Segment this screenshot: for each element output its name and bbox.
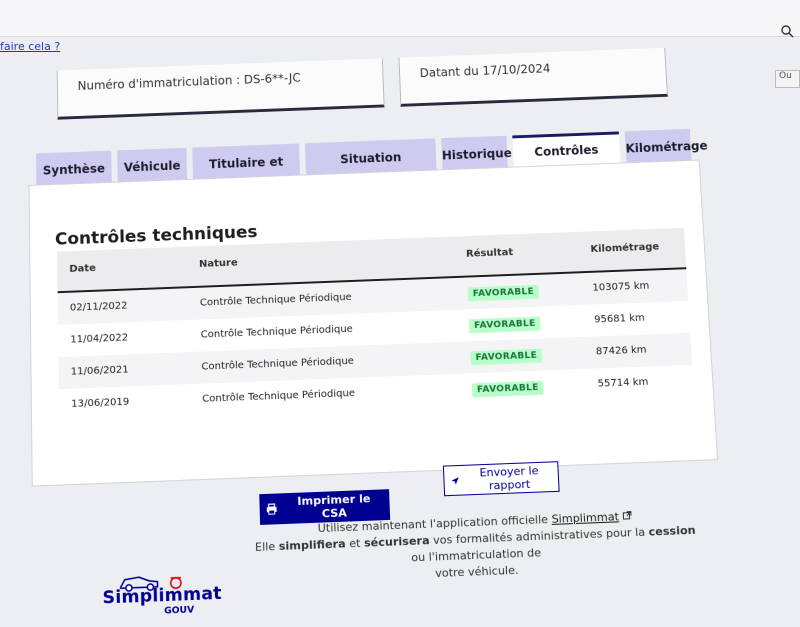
- row-date: 11/06/2021: [71, 364, 129, 377]
- since-label: Datant du 17/10/2024: [419, 62, 550, 80]
- row-mileage: 87426 km: [596, 345, 647, 358]
- promo-simplifiera: simplifiera: [279, 537, 346, 553]
- controles-table: Date Nature Résultat Kilométrage 02/11/2…: [57, 228, 694, 422]
- row-date: 13/06/2019: [71, 397, 129, 410]
- send-report-button[interactable]: Envoyer le rapport: [443, 461, 560, 496]
- send-arrow-icon: [450, 475, 460, 487]
- tab-kilometrage[interactable]: Kilométrage: [625, 129, 692, 164]
- report-label: Envoyer le rapport: [466, 463, 552, 493]
- header-mileage: Kilométrage: [590, 242, 659, 255]
- promo-g: ou l'immatriculation de: [411, 546, 541, 564]
- logo-brand: Simplimmat: [102, 583, 222, 608]
- controles-panel: Contrôles techniques Date Nature Résulta…: [28, 160, 718, 487]
- status-badge: FAVORABLE: [469, 317, 541, 334]
- tab-vehicule[interactable]: Véhicule: [117, 148, 187, 183]
- tab-synthese[interactable]: Synthèse: [36, 151, 112, 186]
- table-body: 02/11/2022 Contrôle Technique Périodique…: [58, 269, 694, 421]
- printer-icon: [266, 503, 278, 516]
- print-label: Imprimer le CSA: [284, 491, 384, 521]
- row-nature: Contrôle Technique Périodique: [201, 356, 354, 373]
- tab-historique[interactable]: Historique: [441, 136, 508, 171]
- row-nature: Contrôle Technique Périodique: [202, 388, 355, 405]
- page-content: Numéro d'immatriculation : DS-6**-JC Dat…: [0, 0, 800, 621]
- status-badge: FAVORABLE: [472, 381, 544, 398]
- row-date: 11/04/2022: [70, 332, 128, 345]
- promo-cession: cession: [648, 523, 696, 538]
- header-result: Résultat: [466, 247, 514, 260]
- promo-securisera: sécurisera: [364, 534, 430, 550]
- date-box: Datant du 17/10/2024: [399, 48, 669, 107]
- row-mileage: 95681 km: [594, 313, 645, 326]
- registration-label: Numéro d'immatriculation : DS-6**-JC: [78, 71, 301, 93]
- row-mileage: 55714 km: [597, 377, 648, 390]
- row-date: 02/11/2022: [70, 300, 128, 313]
- promo-a: Elle: [255, 540, 276, 554]
- registration-box: Numéro d'immatriculation : DS-6**-JC: [57, 58, 385, 119]
- promo-c: et: [349, 537, 361, 551]
- simplimmat-logo: Simplimmat GOUV: [102, 567, 226, 624]
- status-badge: FAVORABLE: [470, 349, 542, 366]
- external-link-icon: [622, 511, 632, 521]
- row-nature: Contrôle Technique Périodique: [200, 292, 352, 309]
- header-nature: Nature: [199, 258, 238, 270]
- row-nature: Contrôle Technique Périodique: [201, 324, 353, 341]
- logo-sub: GOUV: [164, 605, 194, 617]
- simplimmat-link[interactable]: Simplimmat: [551, 510, 619, 526]
- header-date: Date: [69, 263, 96, 275]
- row-mileage: 103075 km: [592, 281, 649, 294]
- status-badge: FAVORABLE: [468, 285, 540, 302]
